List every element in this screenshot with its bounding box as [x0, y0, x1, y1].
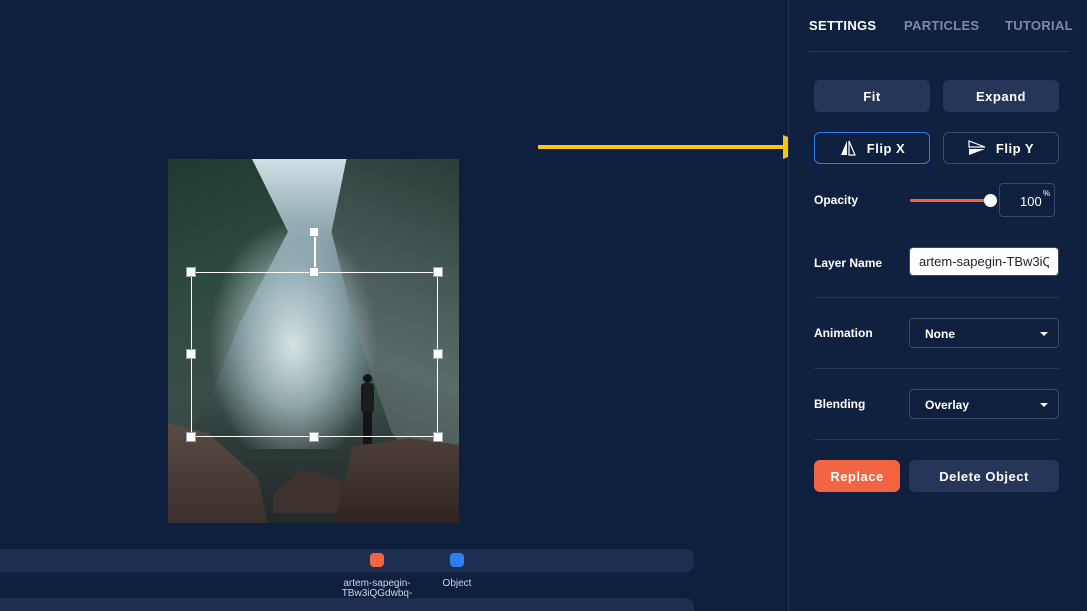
layer-name-label: Layer Name: [814, 256, 883, 270]
selection-box[interactable]: [191, 272, 438, 437]
annotation-arrow-icon: [538, 135, 814, 159]
timeline-label-object: Object: [442, 578, 472, 589]
chevron-down-icon: [1040, 403, 1048, 407]
opacity-slider-knob[interactable]: [984, 194, 997, 207]
timeline-track[interactable]: [0, 549, 694, 572]
rotate-handle[interactable]: [309, 227, 319, 237]
divider: [814, 368, 1059, 369]
resize-handle-bottom-left[interactable]: [186, 432, 196, 442]
flip-vertical-icon: [968, 140, 986, 155]
resize-handle-left[interactable]: [186, 349, 196, 359]
timeline-track-2[interactable]: [0, 598, 694, 611]
tab-settings[interactable]: SETTINGS: [809, 18, 876, 33]
flip-y-button[interactable]: Flip Y: [943, 132, 1059, 164]
animation-value: None: [925, 327, 955, 341]
photo-rock-mid: [273, 468, 343, 513]
settings-panel: SETTINGS PARTICLES TUTORIAL Fit Expand F…: [788, 0, 1087, 611]
resize-handle-right[interactable]: [433, 349, 443, 359]
opacity-value: 100: [1020, 194, 1042, 209]
blending-value: Overlay: [925, 398, 970, 412]
flip-horizontal-icon: [840, 140, 856, 156]
tab-particles[interactable]: PARTICLES: [904, 18, 979, 33]
divider: [814, 439, 1059, 440]
canvas-area: artem-sapegin-TBw3iQGdwbq- Object: [0, 0, 814, 611]
flip-x-button[interactable]: Flip X: [814, 132, 930, 164]
resize-handle-top-right[interactable]: [433, 267, 443, 277]
fit-button[interactable]: Fit: [814, 80, 930, 112]
animation-label: Animation: [814, 326, 873, 340]
photo-rock-right: [334, 438, 459, 523]
delete-object-button[interactable]: Delete Object: [909, 460, 1059, 492]
resize-handle-top[interactable]: [309, 267, 319, 277]
opacity-slider-track[interactable]: [910, 199, 990, 202]
blending-select[interactable]: Overlay: [909, 389, 1059, 419]
timeline-marker-object[interactable]: [450, 553, 464, 567]
flip-x-label: Flip X: [866, 140, 906, 156]
opacity-unit: %: [1043, 189, 1051, 198]
expand-button[interactable]: Expand: [943, 80, 1059, 112]
resize-handle-bottom[interactable]: [309, 432, 319, 442]
layer-name-field-wrapper: [909, 247, 1059, 276]
opacity-input[interactable]: 100 %: [999, 183, 1055, 217]
panel-tabs: SETTINGS PARTICLES TUTORIAL: [809, 0, 1073, 52]
tab-tutorial[interactable]: TUTORIAL: [1005, 18, 1073, 33]
chevron-down-icon: [1040, 332, 1048, 336]
animation-select[interactable]: None: [909, 318, 1059, 348]
opacity-label: Opacity: [814, 193, 859, 207]
divider: [814, 297, 1059, 298]
timeline-marker-image[interactable]: [370, 553, 384, 567]
layer-name-input[interactable]: [910, 248, 1058, 275]
rotate-handle-stem: [314, 232, 316, 272]
resize-handle-bottom-right[interactable]: [433, 432, 443, 442]
flip-y-label: Flip Y: [995, 140, 1035, 156]
blending-label: Blending: [814, 397, 866, 411]
timeline-label-image: artem-sapegin-TBw3iQGdwbq-: [341, 578, 413, 599]
replace-button[interactable]: Replace: [814, 460, 900, 492]
resize-handle-top-left[interactable]: [186, 267, 196, 277]
